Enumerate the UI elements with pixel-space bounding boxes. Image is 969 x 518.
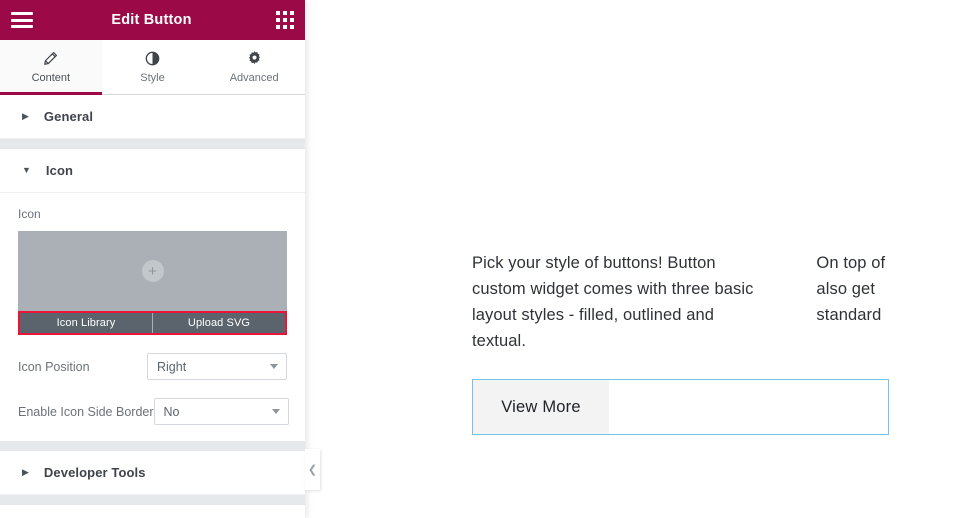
chevron-down-icon (270, 364, 278, 369)
section-icon-body: Icon + Icon Library Upload SVG Icon Posi… (0, 193, 305, 441)
section-divider (0, 441, 305, 451)
column-text-left: Pick your style of buttons! Button custo… (472, 254, 754, 350)
view-more-button[interactable]: View More (473, 380, 609, 434)
icon-position-select[interactable]: Right (147, 353, 287, 380)
panel-tabs: Content Style Advanced (0, 40, 305, 95)
icon-side-border-label: Enable Icon Side Border (18, 404, 154, 419)
icon-side-border-row: Enable Icon Side Border No (18, 398, 289, 425)
section-developer-tools[interactable]: ▶ Developer Tools (0, 451, 305, 495)
widgets-grid-icon[interactable] (276, 11, 294, 29)
icon-field-label: Icon (18, 207, 41, 221)
icon-side-border-select[interactable]: No (153, 398, 289, 425)
chevron-right-icon: ▶ (22, 111, 29, 121)
panel-collapse-handle[interactable]: ❮ (305, 449, 320, 490)
upload-svg-button[interactable]: Upload SVG (153, 313, 285, 333)
chevron-right-icon: ▶ (22, 467, 29, 477)
section-icon[interactable]: ▼ Icon (0, 149, 305, 193)
chevron-down-icon: ▼ (22, 165, 31, 175)
section-divider (0, 139, 305, 149)
icon-position-row: Icon Position Right (18, 353, 287, 380)
chevron-left-icon: ❮ (307, 464, 318, 476)
pencil-icon (43, 50, 58, 67)
gear-icon (247, 50, 262, 67)
button-widget-selection[interactable]: View More (472, 379, 889, 435)
icon-position-label: Icon Position (18, 359, 90, 374)
page-title: Edit Button (111, 12, 192, 28)
icon-side-border-value: No (163, 404, 180, 419)
plus-circle-icon: + (141, 260, 164, 282)
tab-advanced[interactable]: Advanced (203, 40, 305, 94)
section-developer-tools-label: Developer Tools (43, 465, 146, 480)
panel-header: Edit Button (0, 0, 305, 40)
tab-style[interactable]: Style (101, 40, 204, 94)
icon-preview-box[interactable]: + (18, 231, 287, 311)
chevron-down-icon (271, 409, 280, 414)
icon-position-value: Right (157, 359, 187, 374)
column-text-right: On top of also get standard (816, 254, 886, 324)
editor-panel: Edit Button Content Style Advanced ▶ Gen… (0, 0, 305, 518)
contrast-circle-icon (145, 50, 160, 67)
section-icon-label: Icon (45, 163, 74, 178)
preview-canvas: Pick your style of buttons! Button custo… (305, 0, 969, 518)
tab-advanced-label: Advanced (229, 72, 279, 84)
icon-library-button[interactable]: Icon Library (20, 313, 152, 333)
section-divider (0, 495, 305, 505)
editor-root: Pick your style of buttons! Button custo… (0, 0, 969, 518)
section-general[interactable]: ▶ General (0, 95, 305, 139)
section-placeholder (0, 505, 305, 518)
content-columns: Pick your style of buttons! Button custo… (472, 250, 969, 354)
tab-content-label: Content (31, 72, 71, 84)
tab-content[interactable]: Content (0, 40, 102, 95)
section-general-label: General (43, 109, 94, 124)
tab-style-label: Style (140, 72, 165, 84)
icon-source-buttons: Icon Library Upload SVG (18, 311, 287, 335)
